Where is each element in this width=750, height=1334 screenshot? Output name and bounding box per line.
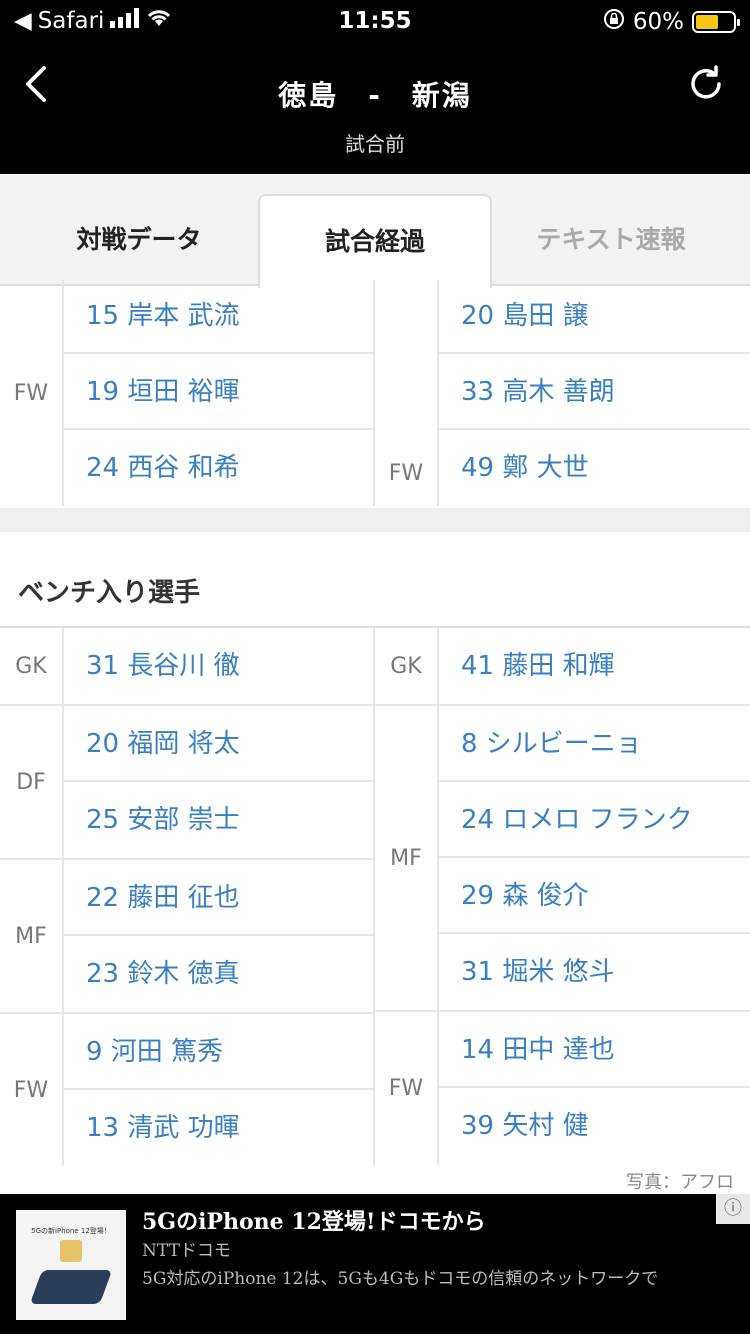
position-label: GK <box>375 628 439 704</box>
5g-badge-icon <box>60 1240 82 1262</box>
match-status: 試合前 <box>345 132 405 156</box>
ad-thumb-text: 5Gの新iPhone 12登場！ <box>31 1227 111 1235</box>
refresh-icon[interactable] <box>686 64 726 104</box>
player-link[interactable]: 24 西谷 和希 <box>64 430 373 506</box>
position-label: FW <box>0 280 64 506</box>
player-link[interactable]: 31 堀米 悠斗 <box>439 934 750 1010</box>
position-group-mf: MF 8 シルビーニョ 24 ロメロ フランク 29 森 俊介 31 堀米 悠斗 <box>375 706 750 1012</box>
home-bench: GK 31 長谷川 徹 DF 20 福岡 将太 25 安部 崇士 MF 22 藤… <box>0 628 375 1166</box>
player-link[interactable]: 49 鄭 大世 <box>439 430 750 506</box>
ad-sponsor: NTTドコモ <box>142 1241 231 1261</box>
position-label: DF <box>0 706 64 858</box>
away-bench: GK 41 藤田 和輝 MF 8 シルビーニョ 24 ロメロ フランク 29 森… <box>375 628 750 1164</box>
tab-text-live[interactable]: テキスト速報 <box>494 194 728 286</box>
tab-match-progress[interactable]: 試合経過 <box>258 194 492 288</box>
position-group-fw: FW 14 田中 達也 39 矢村 健 <box>375 1012 750 1164</box>
position-label: GK <box>0 628 64 704</box>
player-link[interactable]: 24 ロメロ フランク <box>439 782 750 858</box>
player-link[interactable]: 33 高木 善朗 <box>439 354 750 430</box>
battery-percent: 60% <box>632 9 684 35</box>
position-label: MF <box>0 860 64 1012</box>
player-link[interactable]: 31 長谷川 徹 <box>64 628 373 704</box>
starters-lineup: FW 15 岸本 武流 19 垣田 裕暉 24 西谷 和希 FW 20 島田 譲… <box>0 280 750 508</box>
status-bar: ◀ Safari 11:55 60% <box>0 0 750 44</box>
tab-match-data[interactable]: 対戦データ <box>22 194 256 286</box>
player-link[interactable]: 9 河田 篤秀 <box>64 1014 373 1090</box>
position-group: FW 15 岸本 武流 19 垣田 裕暉 24 西谷 和希 <box>0 280 375 506</box>
player-link[interactable]: 20 福岡 将太 <box>64 706 373 782</box>
section-divider <box>0 508 750 532</box>
match-title: 徳島 - 新潟 <box>278 79 472 112</box>
home-starters: FW 15 岸本 武流 19 垣田 裕暉 24 西谷 和希 <box>0 280 375 506</box>
player-link[interactable]: 41 藤田 和輝 <box>439 628 750 704</box>
bench-section-title: ベンチ入り選手 <box>18 578 201 608</box>
bench-lineup: GK 31 長谷川 徹 DF 20 福岡 将太 25 安部 崇士 MF 22 藤… <box>0 628 750 1166</box>
tab-bar: 対戦データ 試合経過 テキスト速報 <box>0 174 750 288</box>
position-group-df: DF 20 福岡 将太 25 安部 崇士 <box>0 706 375 860</box>
phone-image-icon <box>29 1270 113 1304</box>
ad-thumbnail[interactable]: 5Gの新iPhone 12登場！ <box>16 1210 126 1320</box>
position-group-gk: GK 41 藤田 和輝 <box>375 628 750 706</box>
position-group-fw: FW 9 河田 篤秀 13 清武 功暉 <box>0 1014 375 1166</box>
info-icon[interactable]: ⓘ <box>716 1194 750 1224</box>
player-link[interactable]: 20 島田 譲 <box>439 280 750 354</box>
position-label: MF <box>375 706 439 1010</box>
player-link[interactable]: 14 田中 達也 <box>439 1012 750 1088</box>
position-group-gk: GK 31 長谷川 徹 <box>0 628 375 706</box>
rotation-lock-icon <box>603 8 625 36</box>
player-link[interactable]: 8 シルビーニョ <box>439 706 750 782</box>
player-link[interactable]: 22 藤田 征也 <box>64 860 373 936</box>
ad-title[interactable]: 5GのiPhone 12登場!ドコモから <box>142 1204 486 1236</box>
position-group-mf: MF 22 藤田 征也 23 鈴木 徳真 <box>0 860 375 1014</box>
player-link[interactable]: 29 森 俊介 <box>439 858 750 934</box>
position-label: FW <box>375 280 439 506</box>
photo-credit: 写真：アフロ <box>626 1172 734 1193</box>
away-starters: FW 20 島田 譲 33 高木 善朗 49 鄭 大世 <box>375 280 750 506</box>
player-link[interactable]: 39 矢村 健 <box>439 1088 750 1164</box>
player-link[interactable]: 19 垣田 裕暉 <box>64 354 373 430</box>
player-link[interactable]: 23 鈴木 徳真 <box>64 936 373 1012</box>
player-link[interactable]: 25 安部 崇士 <box>64 782 373 858</box>
position-group: FW 20 島田 譲 33 高木 善朗 49 鄭 大世 <box>375 280 750 506</box>
ad-banner[interactable]: 5Gの新iPhone 12登場！ 5GのiPhone 12登場!ドコモから NT… <box>0 1194 750 1334</box>
ad-description: 5G対応のiPhone 12は、5Gも4Gもドコモの信頼のネットワークで <box>142 1269 659 1289</box>
player-link[interactable]: 15 岸本 武流 <box>64 280 373 354</box>
player-link[interactable]: 13 清武 功暉 <box>64 1090 373 1166</box>
status-right: 60% <box>603 8 740 36</box>
position-label: FW <box>375 1012 439 1164</box>
match-header: 徳島 - 新潟 試合前 <box>0 44 750 174</box>
position-label: FW <box>0 1014 64 1166</box>
battery-icon <box>692 11 740 33</box>
